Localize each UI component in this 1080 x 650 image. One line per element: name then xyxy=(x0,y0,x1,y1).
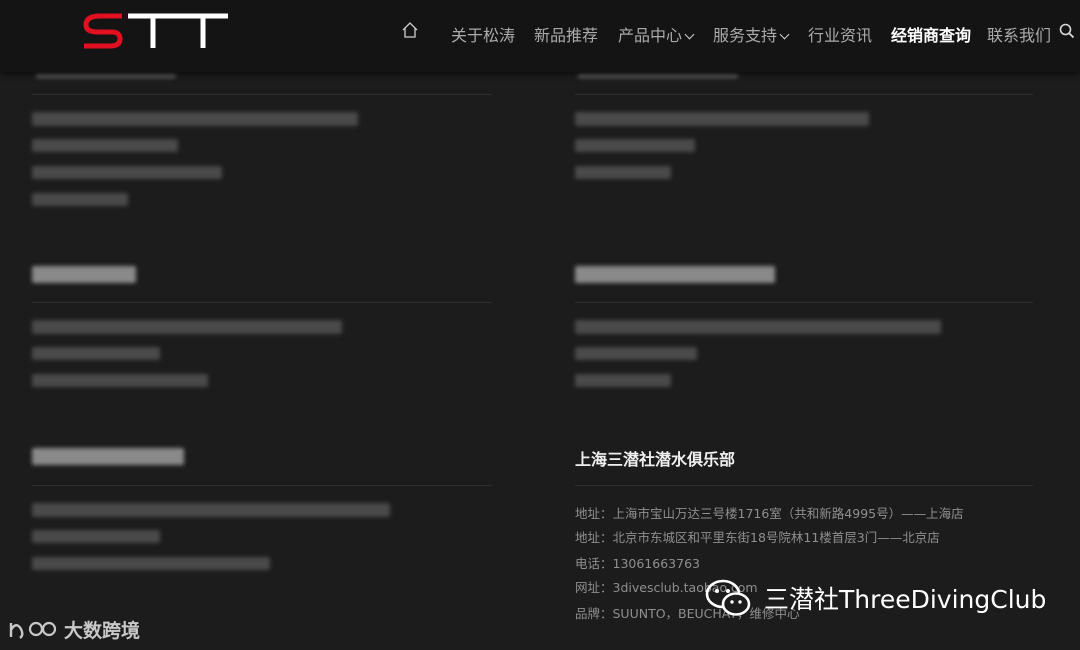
blurred-line xyxy=(32,320,342,334)
blurred-line xyxy=(575,139,695,152)
chevron-down-icon xyxy=(779,29,790,40)
home-icon[interactable] xyxy=(401,21,419,39)
blurred-line xyxy=(32,557,270,570)
nav-industry-news[interactable]: 行业资讯 xyxy=(808,22,872,46)
dealer-phone: 电话：13061663763 xyxy=(575,556,700,571)
watermark-left: 大数跨境 xyxy=(8,616,140,643)
blurred-line xyxy=(32,139,178,152)
watermark-right: 三潜社ThreeDivingClub xyxy=(704,578,1046,618)
blurred-line xyxy=(32,166,222,179)
blurred-title xyxy=(36,74,176,78)
stt-logo[interactable] xyxy=(82,12,230,52)
blurred-line xyxy=(575,347,697,360)
wechat-icon xyxy=(705,579,751,616)
blurred-line xyxy=(32,193,128,206)
search-icon[interactable] xyxy=(1059,23,1075,39)
blurred-line xyxy=(575,374,671,387)
nav-products[interactable]: 产品中心 xyxy=(618,22,695,46)
blurred-line xyxy=(575,320,941,334)
blurred-line xyxy=(575,166,671,179)
blurred-line xyxy=(32,112,358,126)
nav-about[interactable]: 关于松涛 xyxy=(451,22,515,46)
dealer-name: 上海三潜社潜水俱乐部 xyxy=(575,450,736,469)
blurred-title xyxy=(575,266,775,283)
chevron-down-icon xyxy=(684,29,695,40)
dealer-address-shanghai: 地址：上海市宝山万达三号楼1716室（共和新路4995号）——上海店 xyxy=(575,506,964,521)
blurred-title xyxy=(578,74,738,78)
nav-contact[interactable]: 联系我们 xyxy=(987,22,1051,46)
nav-service[interactable]: 服务支持 xyxy=(713,22,790,46)
nav-new-products[interactable]: 新品推荐 xyxy=(534,22,598,46)
blurred-line xyxy=(32,347,160,360)
blurred-line xyxy=(32,530,160,543)
blurred-title xyxy=(32,448,184,465)
dealer-address-beijing: 地址：北京市东城区和平里东街18号院林11楼首层3门——北京店 xyxy=(575,530,940,545)
nav-dealer-search[interactable]: 经销商查询 xyxy=(891,22,971,46)
blurred-line xyxy=(32,503,390,517)
blurred-line xyxy=(32,374,208,387)
blurred-title xyxy=(32,266,136,283)
blurred-line xyxy=(575,112,869,126)
dashu-logo-icon xyxy=(9,621,57,639)
top-navbar: 关于松涛 新品推荐 产品中心 服务支持 行业资讯 经销商查询 联系我们 xyxy=(0,0,1080,72)
